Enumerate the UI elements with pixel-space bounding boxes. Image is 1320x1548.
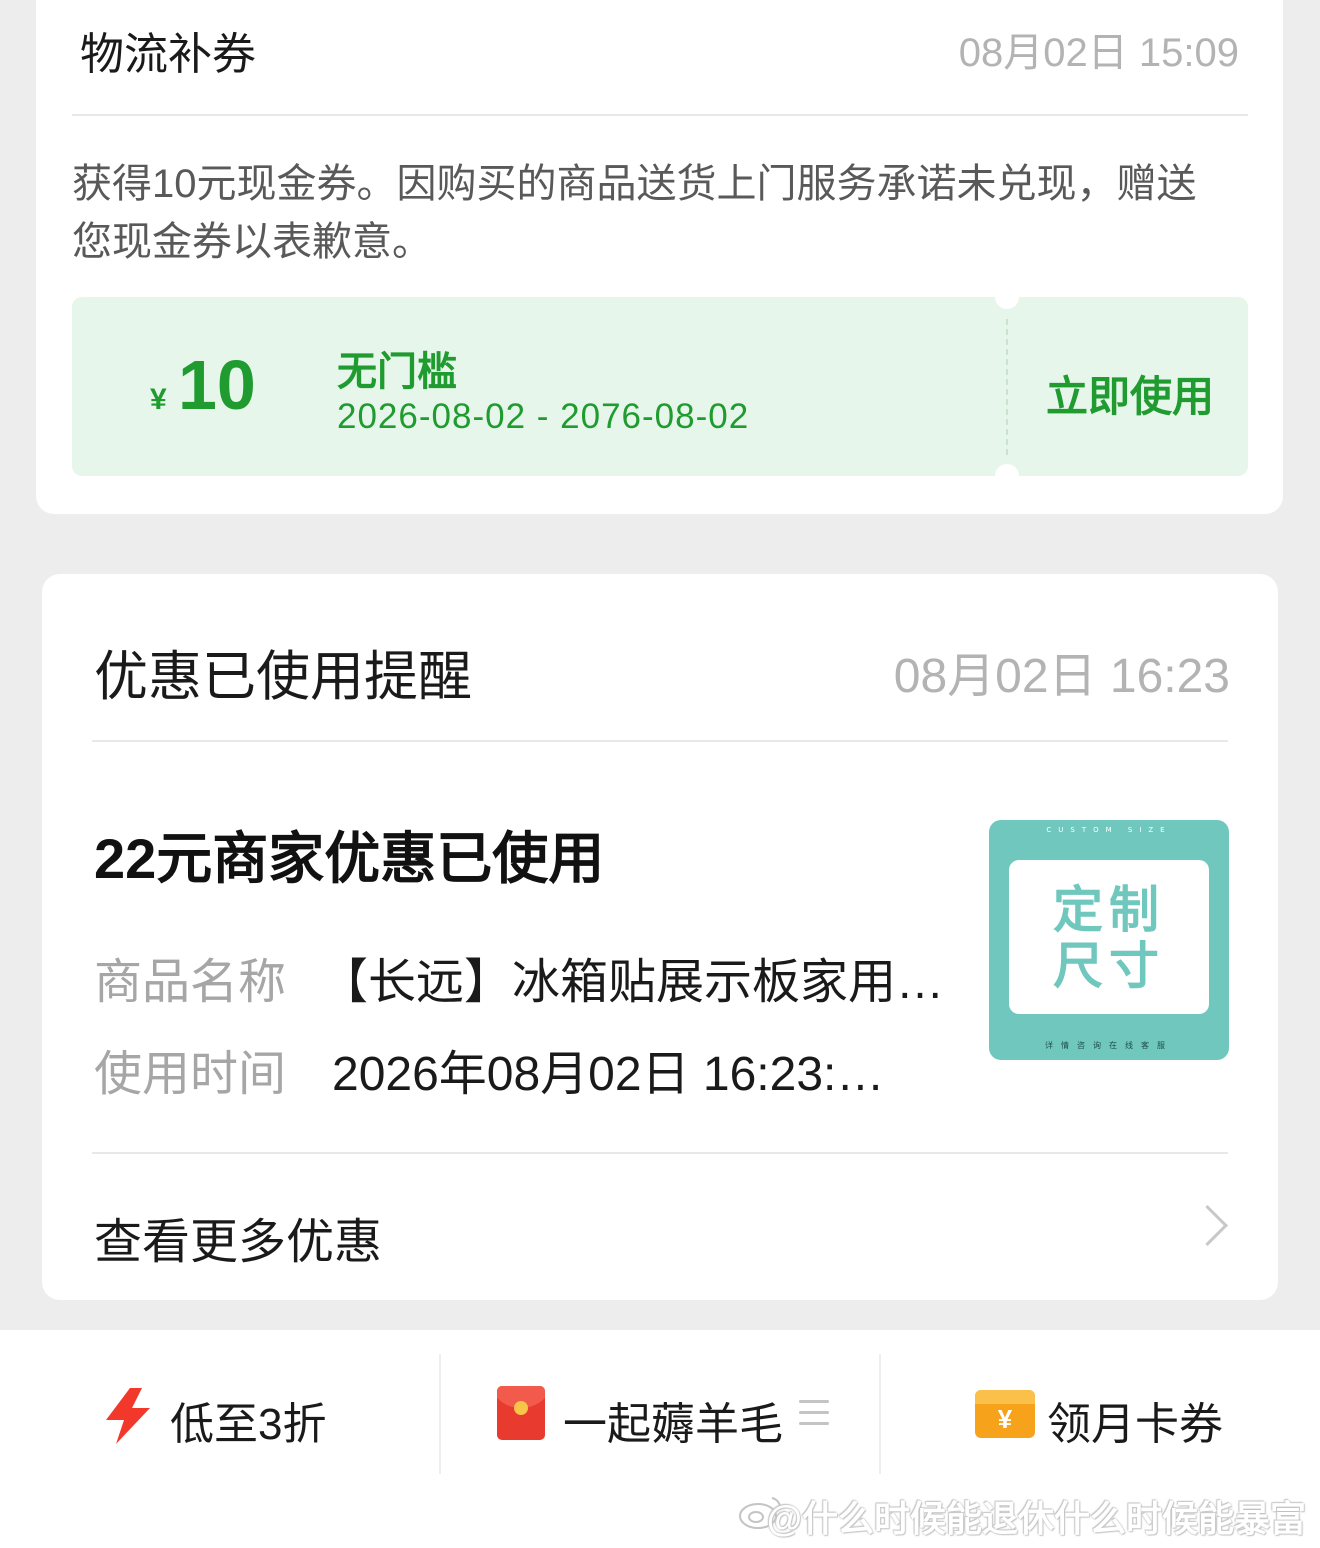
separator xyxy=(439,1354,441,1474)
chevron-right-icon[interactable] xyxy=(1186,1204,1229,1247)
card-title: 物流补券 xyxy=(80,30,256,79)
discount-headline: 22元商家优惠已使用 xyxy=(94,827,605,890)
bottom-item-label[interactable]: 领月卡券 xyxy=(1047,1388,1223,1452)
divider xyxy=(72,114,1248,116)
menu-icon[interactable] xyxy=(799,1400,829,1426)
product-thumbnail-bottom-text: 详情咨询在线客服 xyxy=(1045,1041,1173,1050)
card-timestamp: 08月02日 16:23 xyxy=(893,650,1230,703)
product-name-label: 商品名称 xyxy=(94,956,287,1009)
product-thumbnail-top-text: CUSTOM SIZE xyxy=(1046,826,1172,834)
use-time-value: 2026年08月02日 16:23:… xyxy=(332,1048,885,1101)
use-now-button[interactable]: 立即使用 xyxy=(1046,363,1214,424)
coupon-amount: 10 xyxy=(178,346,256,424)
coupon-title: 无门槛 xyxy=(337,350,457,394)
discount-used-card: 优惠已使用提醒 08月02日 16:23 22元商家优惠已使用 商品名称 【长远… xyxy=(42,574,1278,1300)
coupon-validity: 2026-08-02 - 2076-08-02 xyxy=(337,397,750,436)
coupon-currency: ¥ xyxy=(150,383,167,416)
product-thumbnail[interactable]: CUSTOM SIZE 定制 尺寸 详情咨询在线客服 xyxy=(989,820,1229,1060)
product-thumbnail-line1: 定制 xyxy=(1053,882,1165,938)
bottom-bar: 低至3折 一起薅羊毛 ¥ 领月卡券 @什么时候能退休什么时候能暴富 xyxy=(0,1330,1320,1548)
coupon-ticket: ¥ 10 无门槛 2026-08-02 - 2076-08-02 立即使用 xyxy=(72,285,1248,488)
use-time-label: 使用时间 xyxy=(94,1048,287,1101)
ticket-notch-bottom xyxy=(995,464,1019,488)
card-timestamp: 08月02日 15:09 xyxy=(958,31,1239,75)
lightning-icon xyxy=(106,1388,150,1444)
card-coupon-icon: ¥ xyxy=(975,1390,1035,1438)
red-packet-icon xyxy=(497,1386,545,1440)
card-description: 获得10元现金券。因购买的商品送货上门服务承诺未兑现，赠送您现金券以表歉意。 xyxy=(72,162,1197,264)
bottom-item-label[interactable]: 低至3折 xyxy=(170,1388,326,1452)
ticket-notch-top xyxy=(995,285,1019,309)
ticket-perforation xyxy=(1006,319,1008,455)
product-thumbnail-panel: 定制 尺寸 xyxy=(1009,860,1209,1014)
product-thumbnail-line2: 尺寸 xyxy=(1053,938,1165,994)
card-title: 优惠已使用提醒 xyxy=(94,647,472,707)
watermark: @什么时候能退休什么时候能暴富 xyxy=(766,1498,1306,1539)
bottom-item-label[interactable]: 一起薅羊毛 xyxy=(563,1388,783,1452)
product-thumbnail-main-text: 定制 尺寸 xyxy=(1009,882,1209,994)
divider xyxy=(92,1152,1228,1154)
logistics-coupon-card: 物流补券 08月02日 15:09 获得10元现金券。因购买的商品送货上门服务承… xyxy=(36,0,1283,514)
product-name-value: 【长远】冰箱贴展示板家用… xyxy=(320,956,945,1009)
divider xyxy=(92,740,1228,742)
separator xyxy=(879,1354,881,1474)
view-more-discounts-link[interactable]: 查看更多优惠 xyxy=(94,1202,382,1272)
